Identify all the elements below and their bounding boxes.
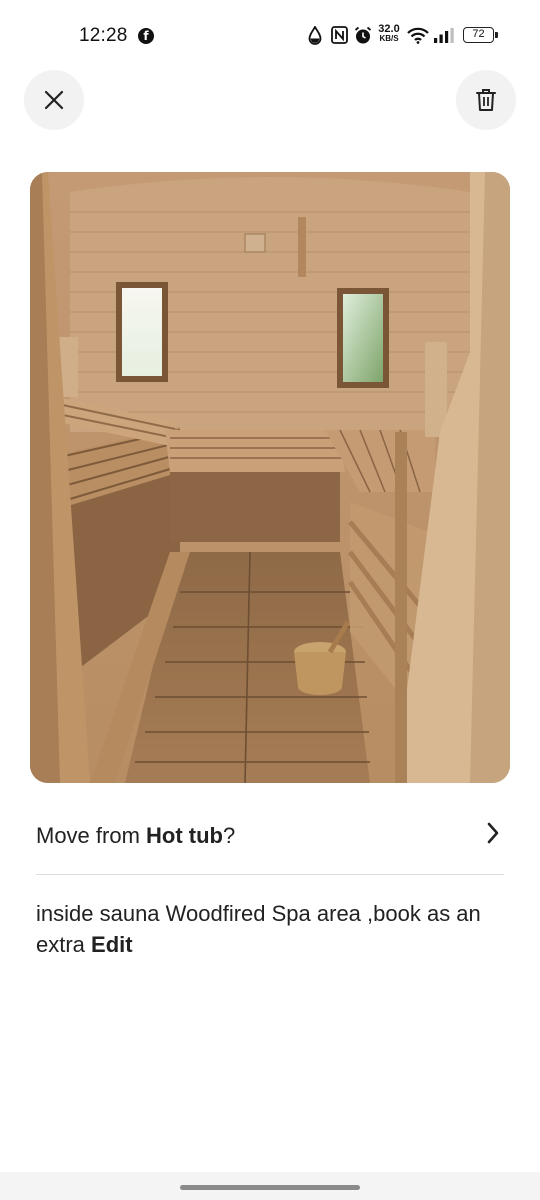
water-drop-icon <box>308 26 322 45</box>
move-from-text: Move from Hot tub? <box>36 823 235 849</box>
home-indicator[interactable] <box>180 1185 360 1190</box>
edit-caption-link[interactable]: Edit <box>91 932 133 957</box>
delete-button[interactable] <box>456 70 516 130</box>
photo-caption: inside sauna Woodfired Spa area ,book as… <box>36 898 506 960</box>
sauna-interior-photo <box>30 172 510 783</box>
trash-icon <box>476 89 496 111</box>
close-button[interactable] <box>24 70 84 130</box>
status-time: 12:28 <box>79 25 128 46</box>
status-bar: 12:28 f 32.0 KB/S 72 <box>0 0 540 72</box>
move-prefix: Move from <box>36 823 147 848</box>
move-suffix: ? <box>223 823 236 848</box>
battery-icon: 72 <box>463 27 498 43</box>
nfc-icon <box>331 26 348 44</box>
chevron-right-icon <box>487 822 499 844</box>
close-icon <box>44 90 64 110</box>
move-photo-row[interactable]: Move from Hot tub? <box>36 800 504 872</box>
facebook-icon: f <box>138 28 154 44</box>
signal-icon <box>434 28 454 43</box>
divider <box>36 874 504 875</box>
network-speed: 32.0 KB/S <box>376 24 402 43</box>
wifi-icon <box>407 27 429 44</box>
network-speed-unit: KB/S <box>379 34 399 43</box>
alarm-icon <box>354 26 372 44</box>
move-room-name: Hot tub <box>146 823 223 848</box>
